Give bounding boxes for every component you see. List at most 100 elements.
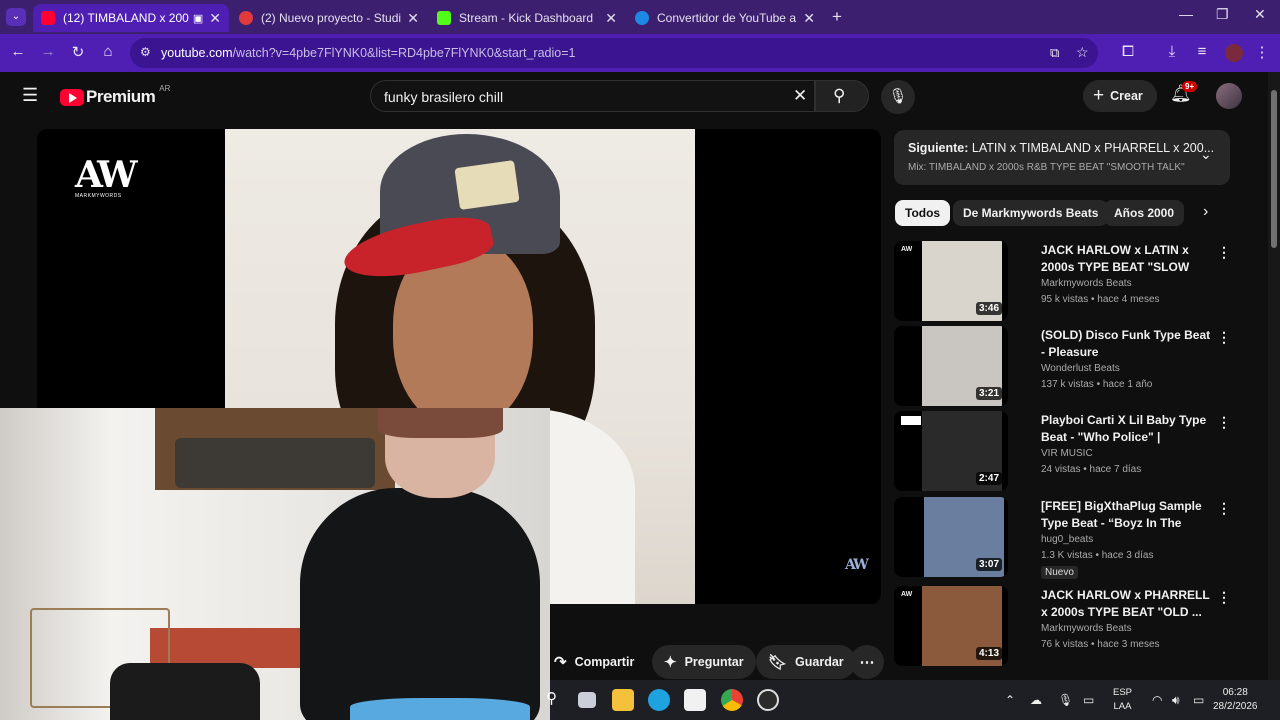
system-clock[interactable]: 06:28 28/2/2026 <box>1213 686 1258 714</box>
video-thumbnail[interactable]: AW 4:13 <box>894 586 1008 666</box>
video-thumbnail[interactable]: AW 3:46 <box>894 241 1008 321</box>
video-channel[interactable]: Markmywords Beats <box>1041 278 1132 289</box>
clear-search-icon[interactable]: ✕ <box>793 86 807 106</box>
tab-youtube[interactable]: (12) TIMBALAND x 2000s R ▣ ✕ <box>33 4 229 32</box>
browser-toolbar: ← → ↻ ⌂ ⚙ youtube.com/watch?v=4pbe7FlYNK… <box>0 34 1280 72</box>
close-tab-icon[interactable]: ✕ <box>803 10 815 27</box>
video-title[interactable]: (SOLD) Disco Funk Type Beat - Pleasure <box>1041 327 1213 361</box>
close-tab-icon[interactable]: ✕ <box>605 10 617 27</box>
chair-shape <box>110 663 260 720</box>
page-scrollbar[interactable] <box>1268 72 1280 680</box>
list-item[interactable]: AW 3:46 JACK HARLOW x LATIN x 2000s TYPE… <box>894 241 1231 323</box>
chrome-icon[interactable] <box>721 689 743 711</box>
reload-icon[interactable]: ↻ <box>68 43 88 61</box>
search-button[interactable]: ⚲ <box>815 80 869 112</box>
youtube-logo[interactable]: Premium AR <box>60 84 170 107</box>
obs-icon[interactable] <box>757 689 779 711</box>
more-actions-button[interactable]: ⋯ <box>850 645 884 679</box>
account-avatar[interactable] <box>1216 83 1242 109</box>
more-vertical-icon[interactable]: ⋮ <box>1217 244 1231 261</box>
up-next-title: LATIN x TIMBALAND x PHARRELL x 200... <box>971 141 1215 155</box>
expand-chevron-icon[interactable]: ⌄ <box>1200 146 1212 163</box>
more-vertical-icon[interactable]: ⋮ <box>1217 500 1231 517</box>
onedrive-icon[interactable]: ☁ <box>1030 693 1042 707</box>
microphone-tray-icon[interactable]: 🎙 <box>1058 693 1073 707</box>
list-item[interactable]: 2:47 Playboi Carti X Lil Baby Type Beat … <box>894 411 1231 493</box>
small-watermark-icon: AW <box>845 557 869 573</box>
forward-icon[interactable]: → <box>38 43 58 60</box>
home-icon[interactable]: ⌂ <box>98 43 118 60</box>
battery-icon[interactable]: ▭ <box>1193 693 1204 707</box>
video-channel[interactable]: hug0_beats <box>1041 534 1093 545</box>
volume-icon[interactable]: 🔊︎ <box>1172 693 1180 708</box>
video-channel[interactable]: Markmywords Beats <box>1041 623 1132 634</box>
back-icon[interactable]: ← <box>8 43 28 60</box>
up-next-card[interactable]: Siguiente: LATIN x TIMBALAND x PHARRELL … <box>894 130 1230 185</box>
extensions-icon[interactable]: ⧠ <box>1118 43 1138 60</box>
input-language[interactable]: ESP LAA <box>1113 686 1132 714</box>
lang-line1: ESP <box>1113 687 1133 698</box>
address-bar[interactable]: ⚙ youtube.com/watch?v=4pbe7FlYNK0&list=R… <box>130 38 1098 68</box>
chip-all[interactable]: Todos <box>895 200 951 226</box>
video-thumbnail[interactable]: 2:47 <box>894 411 1008 491</box>
save-label: Guardar <box>795 655 844 669</box>
search-taskbar-icon[interactable]: ⚲ <box>546 689 568 711</box>
profile-avatar[interactable] <box>1225 44 1243 62</box>
wifi-icon[interactable]: ◠ <box>1152 693 1162 707</box>
browser-menu-icon[interactable]: ⋮ <box>1252 43 1272 61</box>
video-title[interactable]: [FREE] BigXthaPlug Sample Type Beat - “B… <box>1041 498 1213 532</box>
ask-button[interactable]: ✦ Preguntar <box>652 645 756 679</box>
media-control-icon[interactable]: ≡ <box>1192 43 1212 60</box>
minimize-icon[interactable]: — <box>1179 6 1193 22</box>
video-thumbnail[interactable]: 3:07 <box>894 497 1008 577</box>
person-hair-shape <box>378 408 503 438</box>
list-item[interactable]: 3:21 (SOLD) Disco Funk Type Beat - Pleas… <box>894 326 1231 408</box>
more-vertical-icon[interactable]: ⋮ <box>1217 329 1231 346</box>
video-channel[interactable]: VIR MUSIC <box>1041 448 1093 459</box>
blue-skirt-shape <box>350 698 530 720</box>
save-button[interactable]: 🔖︎ Guardar <box>756 645 856 679</box>
tab-studio[interactable]: (2) Nuevo proyecto - Studio ✕ <box>231 4 427 32</box>
tab-kick[interactable]: Stream - Kick Dashboard ✕ <box>429 4 625 32</box>
list-item[interactable]: 3:07 [FREE] BigXthaPlug Sample Type Beat… <box>894 497 1231 579</box>
install-app-icon[interactable]: ⧉ <box>1050 45 1059 61</box>
bookmark-star-icon[interactable]: ☆ <box>1076 44 1089 61</box>
close-tab-icon[interactable]: ✕ <box>209 10 221 27</box>
tray-overflow-icon[interactable]: ⌃ <box>1005 693 1015 707</box>
video-title[interactable]: Playboi Carti X Lil Baby Type Beat - "Wh… <box>1041 412 1213 446</box>
video-title[interactable]: JACK HARLOW x PHARRELL x 2000s TYPE BEAT… <box>1041 587 1213 621</box>
file-explorer-icon[interactable] <box>612 689 634 711</box>
lang-line2: LAA <box>1113 701 1132 712</box>
edge-icon[interactable] <box>648 689 670 711</box>
notifications-button[interactable]: 🔔︎ 9+ <box>1170 81 1198 104</box>
scrollbar-thumb[interactable] <box>1271 90 1277 248</box>
chips-next-chevron-icon[interactable]: › <box>1203 203 1208 221</box>
share-button[interactable]: ↷ Compartir <box>550 645 647 679</box>
more-vertical-icon[interactable]: ⋮ <box>1217 414 1231 431</box>
video-channel[interactable]: Wonderlust Beats <box>1041 363 1120 374</box>
close-tab-icon[interactable]: ✕ <box>407 10 419 27</box>
more-vertical-icon[interactable]: ⋮ <box>1217 589 1231 606</box>
video-title[interactable]: JACK HARLOW x LATIN x 2000s TYPE BEAT "S… <box>1041 242 1213 276</box>
duration-badge: 2:47 <box>975 472 1002 485</box>
store-icon[interactable] <box>684 689 706 711</box>
chip-2000s[interactable]: Años 2000 <box>1104 200 1185 226</box>
tab-search-button[interactable]: ⌄ <box>6 8 26 26</box>
tab-converter[interactable]: Convertidor de YouTube a MP3 ✕ <box>627 4 823 32</box>
search-input[interactable]: funky brasilero chill ✕ <box>370 80 815 112</box>
chip-channel[interactable]: De Markmywords Beats <box>953 200 1109 226</box>
create-button[interactable]: + Crear <box>1083 80 1157 112</box>
microphone-icon: 🎙 <box>888 88 908 105</box>
download-icon[interactable]: ⤓ <box>1162 43 1182 60</box>
duration-badge: 3:46 <box>975 302 1002 315</box>
display-tray-icon[interactable]: ▭ <box>1083 693 1094 707</box>
voice-search-button[interactable]: 🎙 <box>881 80 915 114</box>
new-tab-icon[interactable]: + <box>832 7 842 27</box>
site-info-icon[interactable]: ⚙ <box>140 45 151 59</box>
close-window-icon[interactable]: ✕ <box>1254 6 1266 23</box>
maximize-icon[interactable]: ❐ <box>1216 6 1229 23</box>
video-thumbnail[interactable]: 3:21 <box>894 326 1008 406</box>
task-view-icon[interactable] <box>578 692 596 708</box>
list-item[interactable]: AW 4:13 JACK HARLOW x PHARRELL x 2000s T… <box>894 586 1231 668</box>
hamburger-menu-icon[interactable]: ☰ <box>22 85 38 106</box>
